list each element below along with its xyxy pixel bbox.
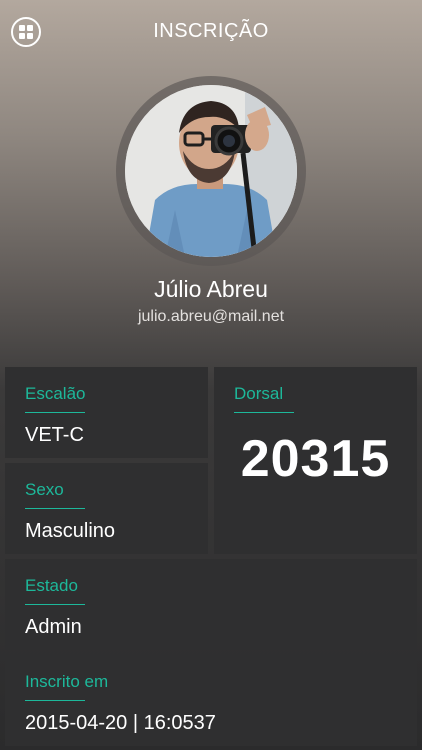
sexo-underline (25, 508, 85, 509)
avatar[interactable] (125, 85, 297, 257)
escalao-value: VET-C (25, 424, 84, 446)
user-name: Júlio Abreu (154, 276, 268, 302)
avatar-frame (116, 76, 306, 266)
card-estado: Estado Admin (5, 559, 417, 650)
user-photo-icon (125, 85, 297, 257)
card-sexo: Sexo Masculino (5, 463, 208, 554)
dorsal-underline (234, 412, 294, 413)
estado-value: Admin (25, 616, 82, 638)
inscrito-underline (25, 700, 85, 701)
card-dorsal: Dorsal 20315 (214, 367, 417, 554)
sexo-label: Sexo (25, 480, 64, 499)
inscrito-value: 2015-04-20 | 16:0537 (25, 712, 216, 734)
card-escalao: Escalão VET-C (5, 367, 208, 458)
estado-label: Estado (25, 576, 78, 595)
estado-underline (25, 604, 85, 605)
escalao-underline (25, 412, 85, 413)
inscrito-label: Inscrito em (25, 672, 109, 691)
user-email: julio.abreu@mail.net (137, 308, 285, 325)
sexo-value: Masculino (25, 520, 116, 542)
escalao-label: Escalão (25, 384, 86, 403)
dorsal-number: 20315 (240, 430, 391, 488)
app-header: INSCRIÇÃO (0, 0, 422, 66)
dorsal-label: Dorsal (234, 384, 284, 403)
page-title: INSCRIÇÃO (153, 20, 269, 42)
card-inscrito: Inscrito em 2015-04-20 | 16:0537 (5, 655, 417, 746)
